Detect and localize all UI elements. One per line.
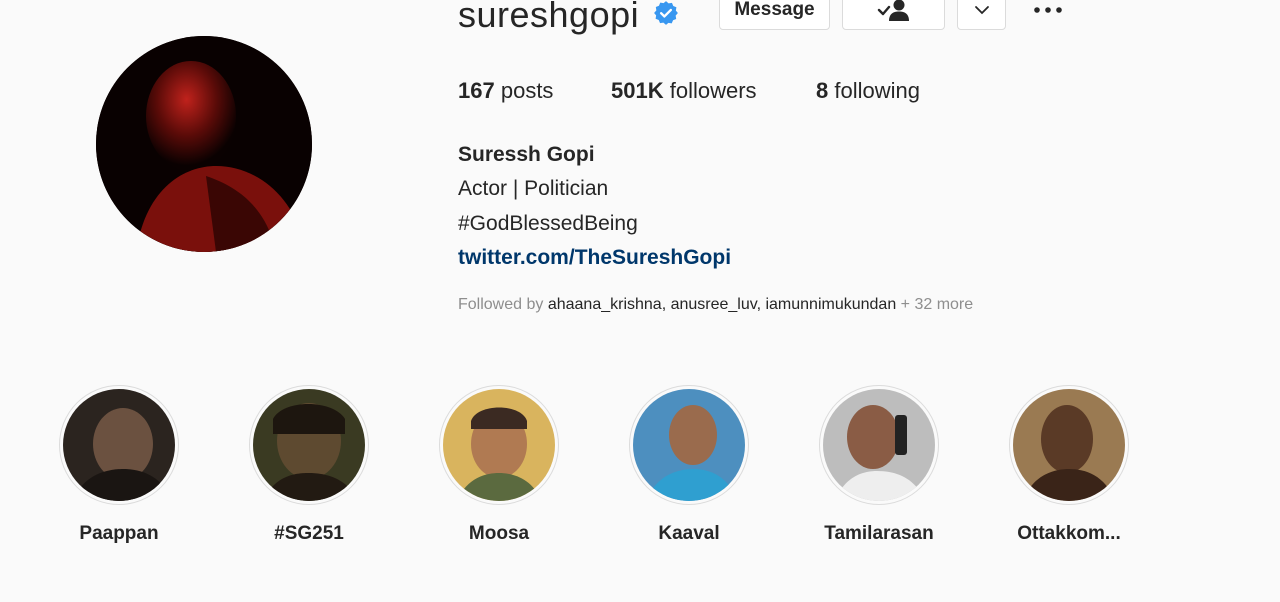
bio-link[interactable]: twitter.com/TheSureshGopi [458, 246, 731, 270]
highlight-thumbnail [443, 389, 555, 501]
followed-by-more: + 32 more [900, 296, 974, 313]
following-count-value: 8 [816, 78, 829, 103]
profile-avatar[interactable] [96, 36, 312, 252]
highlight-thumbnail [633, 389, 745, 501]
suggested-dropdown-button[interactable] [957, 0, 1006, 30]
posts-count-label: posts [500, 78, 554, 103]
verified-badge-icon [654, 1, 678, 25]
highlight-ring [59, 385, 179, 505]
highlight-label: Tamilarasan [824, 523, 934, 544]
bio-hashtag[interactable]: #GodBlessedBeing [458, 212, 638, 236]
followed-by-names: ahaana_krishna, anusree_luv, iamunnimuku… [547, 296, 897, 313]
message-button-label: Message [734, 0, 815, 20]
highlight-kaaval[interactable]: Kaaval [629, 385, 749, 545]
followed-by-prefix: Followed by [458, 296, 544, 313]
highlight-label: Kaaval [658, 523, 720, 544]
highlight-thumbnail [1013, 389, 1125, 501]
highlight-ottakkom[interactable]: Ottakkom... [1009, 385, 1129, 545]
highlight-ring [439, 385, 559, 505]
chevron-down-icon [974, 6, 989, 15]
username: sureshgopi [458, 0, 640, 35]
followers-count[interactable]: 501K followers [611, 78, 757, 104]
message-button[interactable]: Message [719, 0, 830, 30]
full-name: Suressh Gopi [458, 143, 595, 166]
followed-by[interactable]: Followed by ahaana_krishna, anusree_luv,… [458, 296, 973, 314]
followers-count-value: 501K [611, 78, 664, 103]
highlight-label: #SG251 [274, 523, 344, 544]
highlight-label: Moosa [468, 523, 530, 544]
bio-line: Actor | Politician [458, 177, 609, 200]
highlight-ring [819, 385, 939, 505]
posts-count: 167 posts [458, 78, 553, 104]
person-check-icon [877, 0, 909, 21]
highlight-thumbnail [253, 389, 365, 501]
highlight-tamilarasan[interactable]: Tamilarasan [819, 385, 939, 545]
highlight-moosa[interactable]: Moosa [439, 385, 559, 545]
highlight-thumbnail [63, 389, 175, 501]
highlight-thumbnail [823, 389, 935, 501]
followers-count-label: followers [669, 78, 757, 103]
highlight-paappan[interactable]: Paappan [59, 385, 179, 545]
highlight-ring [1009, 385, 1129, 505]
ellipsis-icon[interactable] [1032, 0, 1064, 20]
highlight-label: Paappan [79, 523, 159, 544]
posts-count-value: 167 [458, 78, 495, 103]
following-count[interactable]: 8 following [816, 78, 920, 104]
following-count-label: following [834, 78, 920, 103]
highlight-label: Ottakkom... [1017, 523, 1121, 544]
highlight-ring [629, 385, 749, 505]
highlight-ring [249, 385, 369, 505]
highlight-sg251[interactable]: #SG251 [249, 385, 369, 545]
following-button[interactable] [842, 0, 945, 30]
